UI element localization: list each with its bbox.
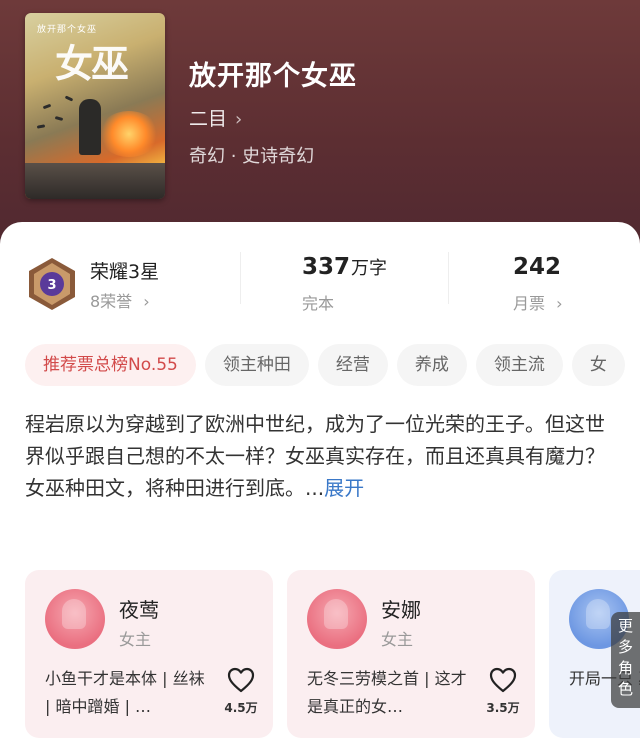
honor-badge-icon[interactable]: 3	[26, 256, 78, 312]
character-avatar	[45, 589, 105, 649]
book-genre: 奇幻 · 史诗奇幻	[189, 146, 315, 167]
monthly-votes-link[interactable]: 月票 ›	[513, 290, 563, 314]
book-title: 放开那个女巫	[189, 61, 357, 92]
like-button[interactable]: 3.5万	[483, 667, 523, 716]
like-button[interactable]: 4.5万	[221, 667, 261, 716]
character-name: 夜莺	[119, 598, 159, 622]
word-count-unit: 万字	[351, 258, 388, 279]
chevron-right-icon: ›	[235, 109, 243, 130]
word-count: 337万字	[302, 254, 387, 280]
stats-row: 3 荣耀3星 8荣誉 › 337万字 完本 242 月票 ›	[0, 222, 640, 322]
cover-bird-art	[54, 116, 64, 121]
cover-ground-art	[25, 163, 165, 199]
book-status: 完本	[302, 294, 335, 313]
cover-bird-art	[42, 103, 52, 110]
synopsis-text: 程岩原以为穿越到了欧洲中世纪，成为了一位光荣的王子。但这世界似乎跟自己想的不太一…	[25, 412, 605, 500]
chevron-right-icon: ›	[556, 294, 563, 313]
chevron-right-icon: ›	[143, 292, 150, 311]
author-name: 二目	[189, 108, 228, 130]
stats-divider	[448, 252, 449, 304]
tag-item[interactable]: 领主流	[475, 344, 563, 386]
cover-bird-art	[36, 124, 46, 129]
cover-figure-art	[79, 99, 101, 155]
word-count-value: 337	[302, 254, 351, 280]
cover-title-text: 女巫	[55, 41, 129, 86]
character-desc: 无冬三劳模之首 | 这才是真正的女…	[307, 669, 467, 716]
character-desc: 小鱼干才是本体 | 丝袜 | 暗中蹭婚 | …	[45, 669, 205, 716]
tag-item[interactable]: 女	[571, 344, 625, 386]
book-detail-card: 3 荣耀3星 8荣誉 › 337万字 完本 242 月票 › 推荐票总榜No.5…	[0, 222, 640, 745]
honor-count: 8荣誉	[90, 292, 133, 311]
cover-bird-art	[64, 95, 74, 102]
cover-fire-art	[99, 111, 159, 157]
like-count: 3.5万	[486, 701, 520, 715]
character-avatar	[307, 589, 367, 649]
tag-item[interactable]: 养成	[396, 344, 467, 386]
character-card[interactable]: 夜莺 女主 小鱼干才是本体 | 丝袜 | 暗中蹭婚 | … 4.5万	[25, 570, 273, 738]
more-roles-button[interactable]: 更多角色	[611, 612, 640, 708]
honor-level: 荣耀3星	[90, 261, 160, 283]
heart-icon	[227, 667, 255, 693]
character-role: 女主	[119, 630, 152, 649]
tag-rank[interactable]: 推荐票总榜No.55	[25, 344, 196, 386]
synopsis: 程岩原以为穿越到了欧洲中世纪，成为了一位光荣的王子。但这世界似乎跟自己想的不太一…	[25, 408, 617, 504]
monthly-votes-value: 242	[513, 254, 562, 280]
tag-item[interactable]: 经营	[317, 344, 388, 386]
book-header: 放开那个女巫 女巫 放开那个女巫 二目 › 奇幻 · 史诗奇幻	[0, 0, 640, 260]
monthly-votes-label: 月票	[513, 294, 546, 313]
character-name: 安娜	[381, 598, 421, 622]
tag-list: 推荐票总榜No.55 领主种田 经营 养成 领主流女	[25, 344, 640, 386]
stats-divider	[240, 252, 241, 304]
expand-synopsis-button[interactable]: 展开	[324, 476, 364, 500]
honor-count-link[interactable]: 8荣誉 ›	[90, 288, 150, 312]
author-link[interactable]: 二目 ›	[189, 104, 242, 131]
character-role: 女主	[381, 630, 414, 649]
character-list: 夜莺 女主 小鱼干才是本体 | 丝袜 | 暗中蹭婚 | … 4.5万 安娜 女主…	[25, 570, 640, 738]
honor-badge-number: 3	[47, 278, 56, 293]
character-card[interactable]: 安娜 女主 无冬三劳模之首 | 这才是真正的女… 3.5万	[287, 570, 535, 738]
heart-icon	[489, 667, 517, 693]
like-count: 4.5万	[224, 701, 258, 715]
tag-item[interactable]: 领主种田	[204, 344, 309, 386]
book-cover[interactable]: 放开那个女巫 女巫	[25, 13, 165, 199]
